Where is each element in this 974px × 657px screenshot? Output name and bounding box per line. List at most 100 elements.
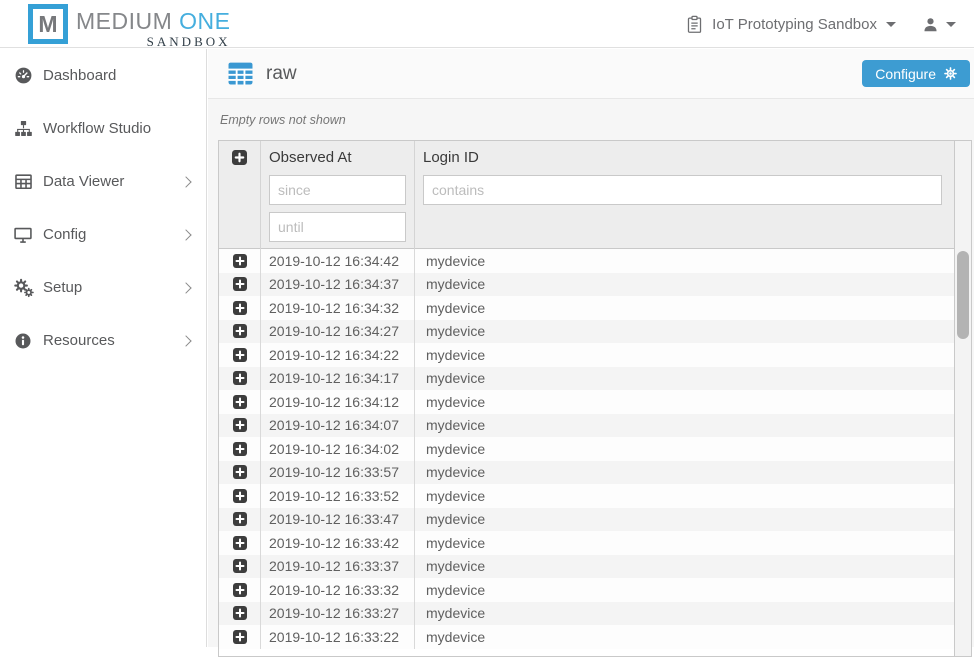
sidebar-nav: Dashboard Workflow Studio Data Viewer Co…	[0, 49, 207, 647]
project-selector-label: IoT Prototyping Sandbox	[712, 16, 877, 33]
table-row: 2019-10-12 16:34:02 mydevice	[219, 437, 954, 461]
configure-button-label: Configure	[875, 66, 936, 82]
project-selector-dropdown[interactable]: IoT Prototyping Sandbox	[686, 15, 896, 34]
row-observed-at: 2019-10-12 16:33:52	[261, 484, 415, 508]
row-login-id: mydevice	[415, 461, 954, 485]
brand-subtitle: SANDBOX	[147, 34, 231, 49]
table-blue-icon	[228, 62, 253, 85]
table-row: 2019-10-12 16:33:32 mydevice	[219, 578, 954, 602]
expand-row-button[interactable]	[233, 254, 247, 268]
sidebar-item-workflow-studio[interactable]: Workflow Studio	[0, 102, 206, 155]
filter-contains-input[interactable]	[423, 175, 942, 205]
sidebar-item-label: Setup	[43, 279, 82, 296]
table-header: Observed At Login ID	[219, 141, 954, 249]
table-row: 2019-10-12 16:34:17 mydevice	[219, 367, 954, 391]
row-login-id: mydevice	[415, 296, 954, 320]
logo-m-icon: M	[28, 4, 68, 44]
expand-row-button[interactable]	[233, 371, 247, 385]
row-observed-at: 2019-10-12 16:33:42	[261, 531, 415, 555]
table-row: 2019-10-12 16:34:12 mydevice	[219, 390, 954, 414]
row-login-id: mydevice	[415, 414, 954, 438]
row-login-id: mydevice	[415, 625, 954, 649]
column-header-observed-at: Observed At	[269, 149, 406, 166]
expand-row-button[interactable]	[233, 536, 247, 550]
expand-row-button[interactable]	[233, 630, 247, 644]
row-observed-at: 2019-10-12 16:33:37	[261, 555, 415, 579]
brand-logo[interactable]: M MEDIUM ONE SANDBOX	[28, 4, 231, 49]
sidebar-item-config[interactable]: Config	[0, 208, 206, 261]
row-login-id: mydevice	[415, 531, 954, 555]
expand-row-button[interactable]	[233, 395, 247, 409]
row-login-id: mydevice	[415, 437, 954, 461]
row-login-id: mydevice	[415, 484, 954, 508]
row-observed-at: 2019-10-12 16:33:57	[261, 461, 415, 485]
expand-row-button[interactable]	[233, 465, 247, 479]
table-row: 2019-10-12 16:34:22 mydevice	[219, 343, 954, 367]
chevron-right-icon	[180, 176, 191, 187]
gears-icon	[12, 278, 34, 298]
empty-rows-note: Empty rows not shown	[220, 113, 346, 127]
expand-row-button[interactable]	[233, 348, 247, 362]
row-login-id: mydevice	[415, 367, 954, 391]
row-observed-at: 2019-10-12 16:34:17	[261, 367, 415, 391]
expand-row-button[interactable]	[233, 301, 247, 315]
expand-row-button[interactable]	[233, 418, 247, 432]
row-login-id: mydevice	[415, 320, 954, 344]
row-observed-at: 2019-10-12 16:34:27	[261, 320, 415, 344]
sitemap-icon	[12, 119, 34, 138]
row-login-id: mydevice	[415, 555, 954, 579]
table-row: 2019-10-12 16:34:32 mydevice	[219, 296, 954, 320]
row-login-id: mydevice	[415, 273, 954, 297]
row-observed-at: 2019-10-12 16:34:02	[261, 437, 415, 461]
table-row: 2019-10-12 16:34:37 mydevice	[219, 273, 954, 297]
brand-name: MEDIUM ONE	[76, 8, 231, 34]
sidebar-item-dashboard[interactable]: Dashboard	[0, 49, 206, 102]
row-login-id: mydevice	[415, 390, 954, 414]
table-row: 2019-10-12 16:33:22 mydevice	[219, 625, 954, 649]
sidebar-item-data-viewer[interactable]: Data Viewer	[0, 155, 206, 208]
filter-since-input[interactable]	[269, 175, 406, 205]
configure-button[interactable]: Configure	[862, 60, 970, 87]
expand-all-button[interactable]	[232, 150, 247, 165]
sidebar-item-setup[interactable]: Setup	[0, 261, 206, 314]
table-scrollbar-thumb[interactable]	[957, 251, 969, 339]
sidebar-item-resources[interactable]: Resources	[0, 314, 206, 367]
expand-row-button[interactable]	[233, 277, 247, 291]
row-observed-at: 2019-10-12 16:33:47	[261, 508, 415, 532]
dashboard-gauge-icon	[12, 66, 34, 85]
table-row: 2019-10-12 16:33:57 mydevice	[219, 461, 954, 485]
expand-row-button[interactable]	[233, 559, 247, 573]
user-menu-dropdown[interactable]	[922, 16, 956, 33]
row-observed-at: 2019-10-12 16:34:42	[261, 249, 415, 273]
row-observed-at: 2019-10-12 16:34:07	[261, 414, 415, 438]
chevron-down-icon	[946, 22, 956, 27]
filter-until-input[interactable]	[269, 212, 406, 242]
top-header: M MEDIUM ONE SANDBOX IoT Prototyping San…	[0, 0, 974, 48]
row-observed-at: 2019-10-12 16:33:27	[261, 602, 415, 626]
clipboard-icon	[686, 15, 703, 34]
main-content: raw Configure Empty rows not shown Obser…	[208, 49, 974, 647]
gear-icon	[944, 67, 957, 80]
table-scrollbar-track[interactable]	[954, 141, 971, 656]
row-observed-at: 2019-10-12 16:34:22	[261, 343, 415, 367]
table-row: 2019-10-12 16:33:47 mydevice	[219, 508, 954, 532]
expand-row-button[interactable]	[233, 512, 247, 526]
row-observed-at: 2019-10-12 16:34:37	[261, 273, 415, 297]
table-row: 2019-10-12 16:33:42 mydevice	[219, 531, 954, 555]
expand-row-button[interactable]	[233, 324, 247, 338]
brand-name-one: ONE	[179, 8, 230, 34]
row-observed-at: 2019-10-12 16:34:12	[261, 390, 415, 414]
table-row: 2019-10-12 16:34:07 mydevice	[219, 414, 954, 438]
row-observed-at: 2019-10-12 16:33:22	[261, 625, 415, 649]
raw-events-table: Observed At Login ID 2019-10-12 16:34:42…	[218, 140, 972, 657]
row-login-id: mydevice	[415, 602, 954, 626]
table-icon	[12, 172, 34, 191]
sidebar-item-label: Data Viewer	[43, 173, 124, 190]
expand-row-button[interactable]	[233, 442, 247, 456]
expand-row-button[interactable]	[233, 583, 247, 597]
chevron-right-icon	[180, 335, 191, 346]
expand-row-button[interactable]	[233, 489, 247, 503]
user-icon	[922, 16, 939, 33]
expand-row-button[interactable]	[233, 606, 247, 620]
row-observed-at: 2019-10-12 16:34:32	[261, 296, 415, 320]
